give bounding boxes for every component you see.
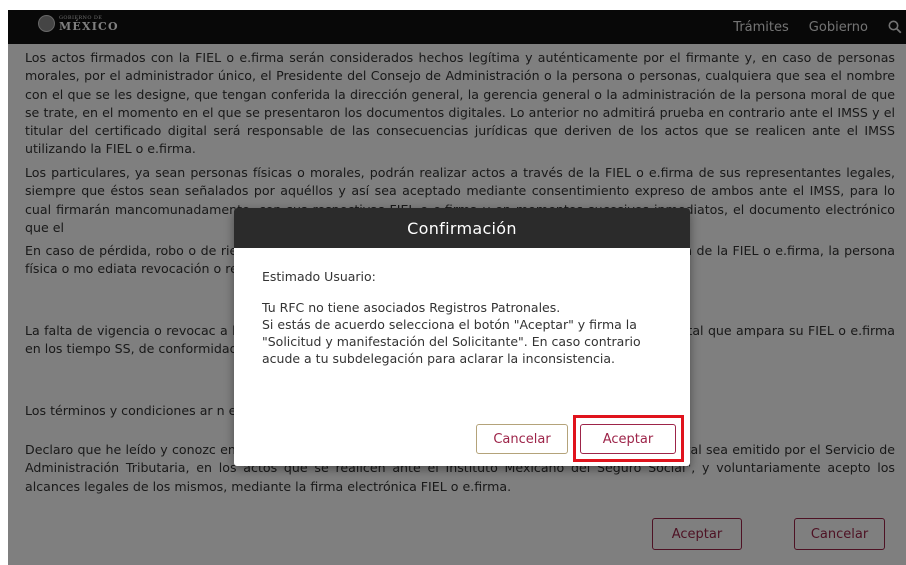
- accept-highlight-box: [573, 415, 684, 462]
- modal-cancel-button[interactable]: Cancelar: [476, 424, 568, 454]
- modal-body: Estimado Usuario: Tu RFC no tiene asocia…: [262, 268, 662, 367]
- modal-greeting: Estimado Usuario:: [262, 269, 376, 284]
- modal-message: Tu RFC no tiene asociados Registros Patr…: [262, 300, 641, 366]
- modal-title: Confirmación: [234, 208, 690, 248]
